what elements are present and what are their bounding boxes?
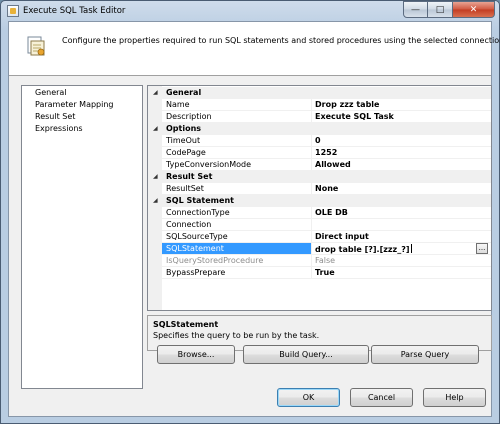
dialog-header: Configure the properties required to run… xyxy=(9,22,500,76)
property-name: SQLStatement xyxy=(162,243,311,254)
parse-query-button[interactable]: Parse Query xyxy=(371,345,479,364)
column-divider xyxy=(311,111,312,123)
task-editor-icon xyxy=(7,5,19,17)
title-bar[interactable]: Execute SQL Task Editor — □ ✕ xyxy=(1,1,499,21)
help-button[interactable]: Help xyxy=(423,388,486,407)
property-name: CodePage xyxy=(166,148,206,157)
column-divider xyxy=(311,99,312,111)
category-label: General xyxy=(166,88,202,97)
property-value[interactable]: Allowed xyxy=(315,160,475,169)
window-controls: — □ ✕ xyxy=(403,1,495,18)
sqlstatement-value-editor[interactable]: drop table [?].[zzz_?] xyxy=(315,244,475,254)
dialog-window: Execute SQL Task Editor — □ ✕ Configure … xyxy=(0,0,500,424)
property-name: Description xyxy=(166,112,212,121)
property-grid: ◢ General Name Drop zzz table Descriptio… xyxy=(147,85,492,311)
property-name: Name xyxy=(166,100,190,109)
close-button[interactable]: ✕ xyxy=(453,1,495,18)
property-row-codepage[interactable]: CodePage 1252 xyxy=(148,147,491,159)
property-name: TypeConversionMode xyxy=(166,160,252,169)
category-options[interactable]: ◢ Options xyxy=(148,123,491,135)
build-query-button[interactable]: Build Query... xyxy=(243,345,369,364)
column-divider xyxy=(311,243,312,255)
collapse-triangle-icon[interactable]: ◢ xyxy=(153,89,158,96)
column-divider xyxy=(311,255,312,267)
description-text: Specifies the query to be run by the tas… xyxy=(153,331,320,340)
property-value[interactable]: None xyxy=(315,184,475,193)
ok-button[interactable]: OK xyxy=(277,388,340,407)
category-sql-statement[interactable]: ◢ SQL Statement xyxy=(148,195,491,207)
collapse-triangle-icon[interactable]: ◢ xyxy=(153,125,158,132)
property-row-resultset[interactable]: ResultSet None xyxy=(148,183,491,195)
property-row-sqlstatement[interactable]: SQLStatement drop table [?].[zzz_?] ... xyxy=(148,243,491,255)
browse-button[interactable]: Browse... xyxy=(157,345,235,364)
collapse-triangle-icon[interactable]: ◢ xyxy=(153,197,158,204)
column-divider xyxy=(311,219,312,231)
property-value[interactable]: True xyxy=(315,268,475,277)
property-row-isquerystoredprocedure: IsQueryStoredProcedure False xyxy=(148,255,491,267)
property-row-connection[interactable]: Connection xyxy=(148,219,491,231)
nav-item-parameter-mapping[interactable]: Parameter Mapping xyxy=(35,100,114,109)
category-result-set[interactable]: ◢ Result Set xyxy=(148,171,491,183)
collapse-triangle-icon[interactable]: ◢ xyxy=(153,173,158,180)
maximize-button[interactable]: □ xyxy=(428,1,453,18)
window-title: Execute SQL Task Editor xyxy=(23,6,126,16)
category-label: Result Set xyxy=(166,172,213,181)
sql-task-icon xyxy=(27,36,45,56)
column-divider xyxy=(311,267,312,279)
minimize-button[interactable]: — xyxy=(403,1,428,18)
column-divider xyxy=(311,135,312,147)
property-value[interactable]: Execute SQL Task xyxy=(315,112,475,121)
category-label: SQL Statement xyxy=(166,196,234,205)
property-name: Connection xyxy=(166,220,212,229)
description-title: SQLStatement xyxy=(153,320,219,329)
property-row-typeconversionmode[interactable]: TypeConversionMode Allowed xyxy=(148,159,491,171)
nav-item-expressions[interactable]: Expressions xyxy=(35,124,83,133)
text-cursor xyxy=(410,244,412,253)
ellipsis-button[interactable]: ... xyxy=(476,243,488,254)
property-name: SQLSourceType xyxy=(166,232,228,241)
property-value: False xyxy=(315,256,336,265)
property-value[interactable]: Drop zzz table xyxy=(315,100,475,109)
dialog-client-area: Configure the properties required to run… xyxy=(8,21,500,417)
category-general[interactable]: ◢ General xyxy=(148,87,491,99)
property-row-description[interactable]: Description Execute SQL Task xyxy=(148,111,491,123)
property-name: IsQueryStoredProcedure xyxy=(166,256,264,265)
property-value[interactable]: 1252 xyxy=(315,148,475,157)
property-row-name[interactable]: Name Drop zzz table xyxy=(148,99,491,111)
property-row-timeout[interactable]: TimeOut 0 xyxy=(148,135,491,147)
nav-item-result-set[interactable]: Result Set xyxy=(35,112,75,121)
column-divider xyxy=(311,159,312,171)
property-value: drop table [?].[zzz_?] xyxy=(315,245,410,254)
property-name: ConnectionType xyxy=(166,208,230,217)
property-name: TimeOut xyxy=(166,136,201,145)
property-row-sqlsourcetype[interactable]: SQLSourceType Direct input xyxy=(148,231,491,243)
column-divider xyxy=(311,207,312,219)
nav-item-general[interactable]: General xyxy=(35,88,67,97)
column-divider xyxy=(311,231,312,243)
property-value[interactable]: 0 xyxy=(315,136,475,145)
property-row-bypassprepare[interactable]: BypassPrepare True xyxy=(148,267,491,279)
property-name: BypassPrepare xyxy=(166,268,226,277)
column-divider xyxy=(311,183,312,195)
property-name: ResultSet xyxy=(166,184,204,193)
property-row-connectiontype[interactable]: ConnectionType OLE DB xyxy=(148,207,491,219)
header-description: Configure the properties required to run… xyxy=(62,36,500,45)
property-value[interactable]: OLE DB xyxy=(315,208,475,217)
property-value[interactable]: Direct input xyxy=(315,232,475,241)
column-divider xyxy=(311,147,312,159)
cancel-button[interactable]: Cancel xyxy=(350,388,413,407)
page-list: General Parameter Mapping Result Set Exp… xyxy=(21,85,143,389)
category-label: Options xyxy=(166,124,202,133)
